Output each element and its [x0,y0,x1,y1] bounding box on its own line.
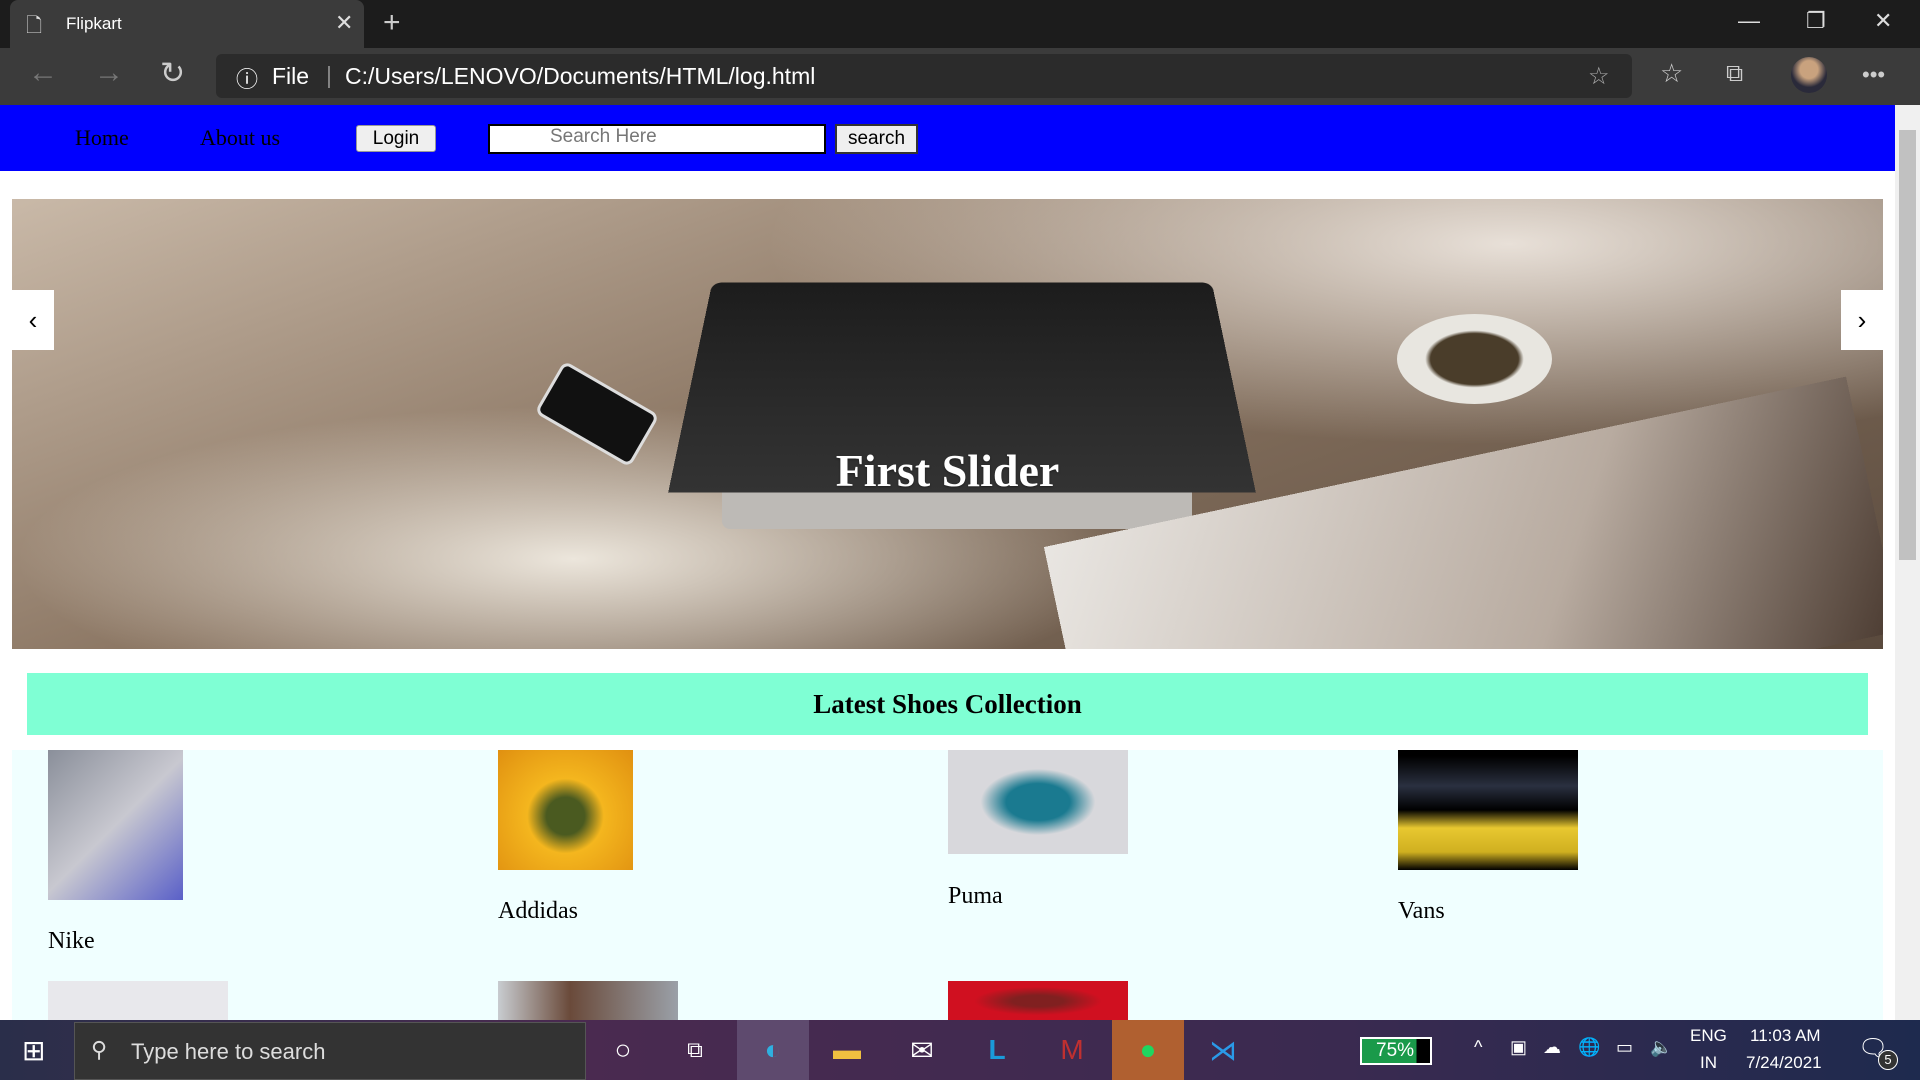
product-name[interactable]: Addidas [498,898,578,925]
cortana-icon[interactable]: ○ [587,1020,659,1080]
page-scrollbar[interactable] [1895,105,1920,1020]
profile-avatar[interactable] [1791,57,1827,93]
show-hidden-icons[interactable]: ^ [1474,1037,1482,1058]
spotify-icon[interactable]: ● [1112,1020,1184,1080]
search-input[interactable]: Search Here [488,124,826,154]
close-tab-icon[interactable]: ✕ [335,10,353,36]
product-image[interactable] [48,981,228,1021]
l-app-icon[interactable]: L [961,1020,1033,1080]
address-bar[interactable]: ⓘ File | C:/Users/LENOVO/Documents/HTML/… [216,54,1632,98]
more-icon[interactable]: ••• [1862,62,1885,88]
site-navbar: Home About us Login Search Here search [0,105,1895,171]
product-image-vans[interactable] [1398,750,1578,870]
mcafee-icon[interactable]: M [1036,1020,1108,1080]
clock-date[interactable]: 7/24/2021 [1746,1053,1822,1073]
browser-tab[interactable]: 🗋 Flipkart ✕ [10,0,364,48]
image-slider: First Slider ‹ › [12,199,1883,649]
browser-tab-strip: 🗋 Flipkart ✕ + — ❐ ✕ [0,0,1920,48]
language[interactable]: ENG [1690,1026,1727,1046]
product-image[interactable] [948,981,1128,1021]
notification-count: 5 [1878,1050,1898,1070]
page-icon: 🗋 [26,15,43,37]
product-image-addidas[interactable] [498,750,633,870]
battery-icon[interactable]: ▭ [1616,1037,1633,1058]
edge-icon[interactable]: ◐ [737,1020,809,1080]
network-icon[interactable]: 🌐 [1578,1037,1600,1058]
clock-time[interactable]: 11:03 AM [1750,1026,1821,1046]
region[interactable]: IN [1700,1053,1717,1073]
slide-caption: First Slider [835,445,1060,496]
minimize-icon[interactable]: — [1738,8,1760,34]
restore-icon[interactable]: ❐ [1806,8,1826,34]
forward-icon[interactable]: → [94,56,124,90]
task-view-icon[interactable]: ⧉ [659,1020,731,1080]
product-image-nike[interactable] [48,750,183,900]
onedrive-icon[interactable]: ☁ [1543,1037,1561,1058]
product-name[interactable]: Vans [1398,898,1445,925]
nav-home-link[interactable]: Home [75,125,129,151]
product-name[interactable]: Puma [948,883,1003,910]
taskbar-search-placeholder: Type here to search [131,1039,326,1064]
search-placeholder: Search Here [550,126,657,147]
search-icon: ⚲ [91,1037,108,1062]
divider: | [326,62,332,88]
login-button[interactable]: Login [356,125,436,152]
address-url: C:/Users/LENOVO/Documents/HTML/log.html [345,63,816,89]
info-icon: ⓘ [236,67,259,92]
slide-cup [1397,314,1552,404]
vscode-icon[interactable]: ⋊ [1187,1020,1259,1080]
new-tab-icon[interactable]: + [383,6,401,40]
favorites-icon[interactable]: ☆ [1660,58,1683,89]
product-grid: Nike Addidas Puma Vans [12,750,1883,1021]
prev-slide-button[interactable]: ‹ [12,290,54,350]
back-icon[interactable]: ← [28,56,58,90]
meet-now-icon[interactable]: ▣ [1510,1037,1527,1058]
mail-icon[interactable]: ✉ [886,1020,958,1080]
volume-icon[interactable]: 🔈 [1650,1037,1672,1058]
nav-about-link[interactable]: About us [200,125,280,151]
product-image[interactable] [498,981,678,1021]
tab-title: Flipkart [66,14,122,33]
search-button[interactable]: search [835,124,918,154]
scrollbar-thumb[interactable] [1899,130,1916,560]
product-image-puma[interactable] [948,750,1128,854]
add-favorite-icon[interactable]: ☆ [1588,62,1610,91]
windows-taskbar: ⊞ ⚲ Type here to search ○ ⧉ ◐ ▬ ✉ L M ● … [0,1020,1920,1080]
windows-start-icon[interactable]: ⊞ [22,1034,45,1067]
refresh-icon[interactable]: ↻ [160,56,185,91]
next-slide-button[interactable]: › [1841,290,1883,350]
file-explorer-icon[interactable]: ▬ [811,1020,883,1080]
close-window-icon[interactable]: ✕ [1874,8,1892,34]
collections-icon[interactable]: ⧉ [1726,60,1743,88]
battery-indicator[interactable]: 75% [1360,1037,1432,1065]
taskbar-search[interactable]: ⚲ Type here to search [74,1022,586,1080]
section-heading: Latest Shoes Collection [27,673,1868,735]
address-scheme: File [272,63,310,89]
browser-toolbar: ← → ↻ ⓘ File | C:/Users/LENOVO/Documents… [0,48,1920,105]
product-name[interactable]: Nike [48,928,95,955]
